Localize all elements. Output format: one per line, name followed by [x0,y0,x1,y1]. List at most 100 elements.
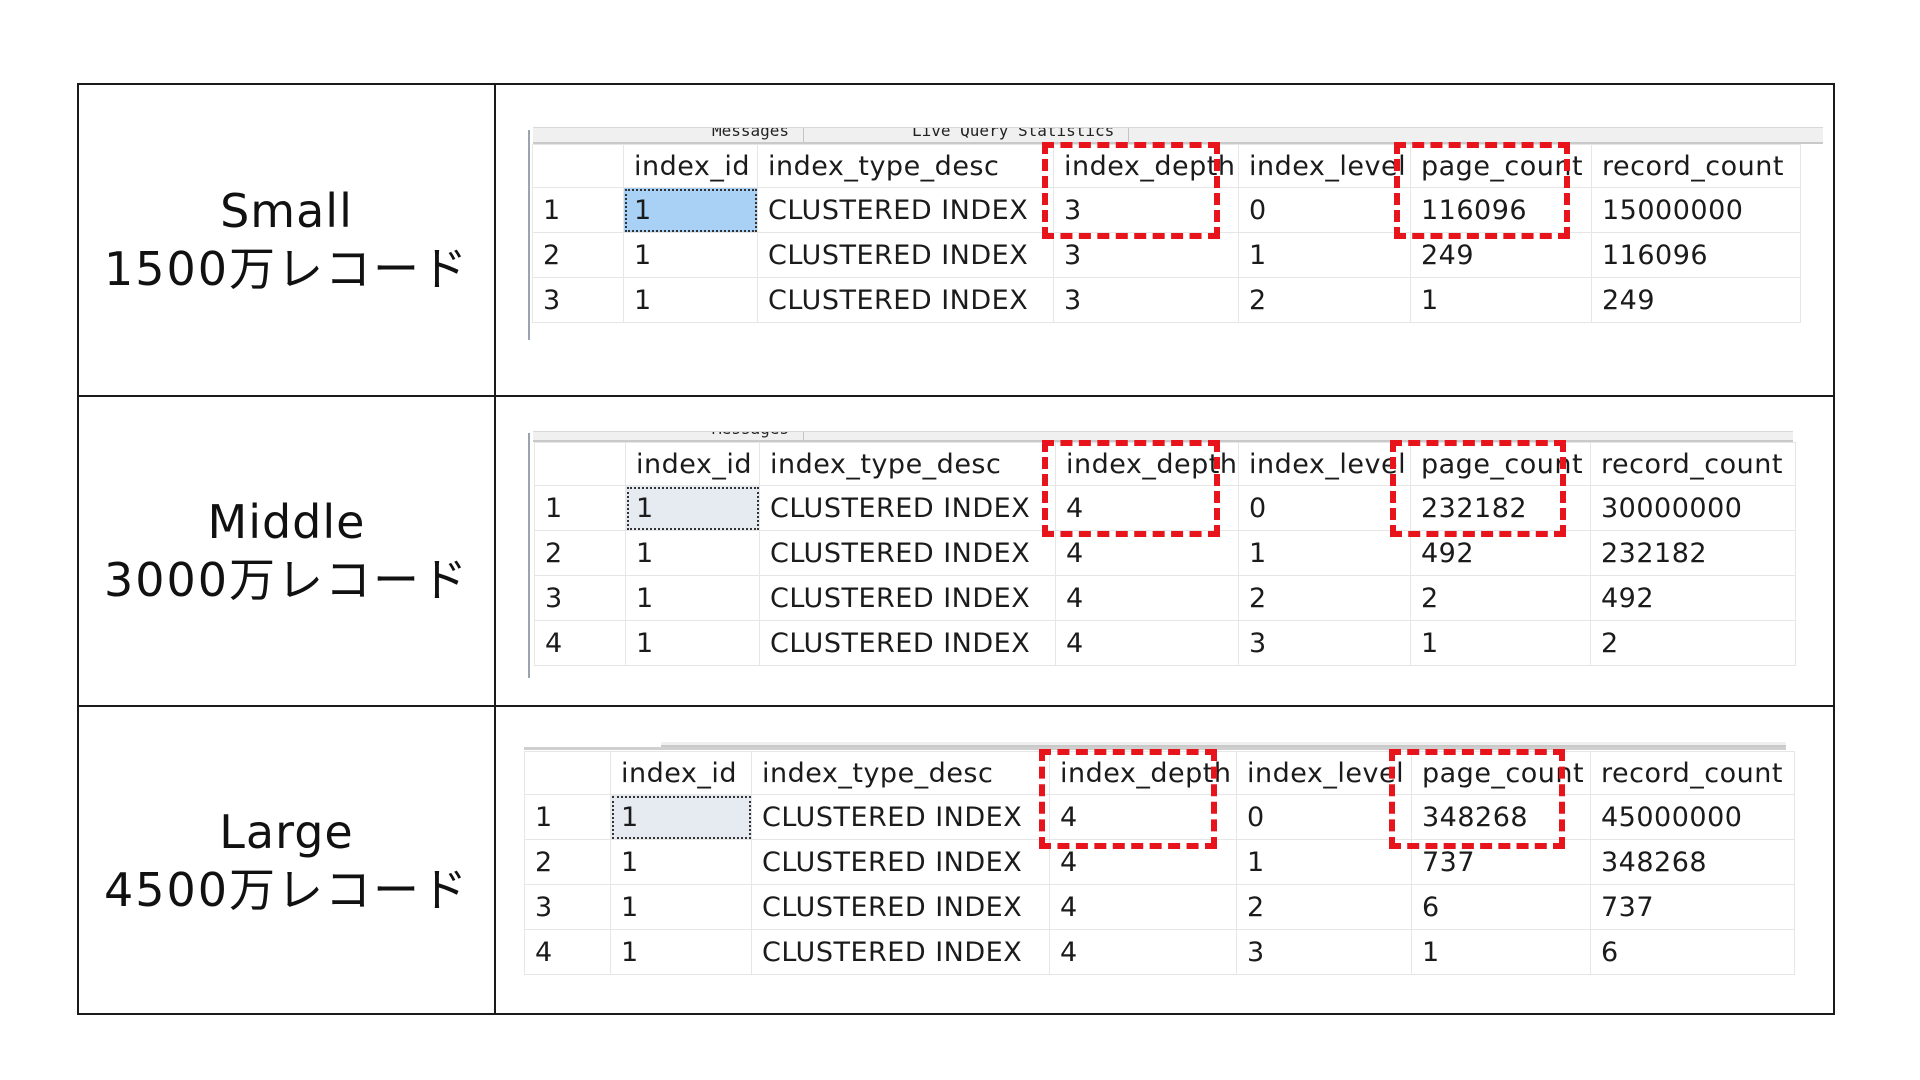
cell-index-id[interactable]: 1 [623,187,758,233]
highlight-index-depth [1042,142,1220,239]
cell-record-count[interactable]: 45000000 [1590,794,1795,840]
cell-index-id[interactable]: 1 [610,884,752,930]
column-header-index-type-desc[interactable]: index_type_desc [757,144,1054,188]
tab-messages[interactable]: Messages [698,432,805,440]
cell-record-count[interactable]: 116096 [1591,232,1801,278]
cell-index-depth[interactable]: 4 [1055,620,1239,666]
column-header-index-id[interactable]: index_id [625,442,760,486]
cell-index-id[interactable]: 1 [610,929,752,975]
section-label-middle: Middle 3000万レコード [79,397,494,705]
cell-index-type-desc[interactable]: CLUSTERED INDEX [757,187,1054,233]
section-records: 3000万レコード [103,553,470,607]
section-records: 1500万レコード [103,242,470,296]
cell-row-number[interactable]: 3 [524,884,611,930]
cell-index-level[interactable]: 2 [1238,277,1411,323]
column-header-index-level[interactable]: index_level [1238,442,1411,486]
cell-record-count[interactable]: 492 [1590,575,1796,621]
cell-page-count[interactable]: 1 [1410,277,1592,323]
cell-index-level[interactable]: 0 [1238,187,1411,233]
cell-index-level[interactable]: 0 [1236,794,1412,840]
cell-index-type-desc[interactable]: CLUSTERED INDEX [751,884,1050,930]
cell-index-level[interactable]: 1 [1236,839,1412,885]
column-header-record-count[interactable]: record_count [1590,442,1796,486]
cell-row-number[interactable]: 4 [524,929,611,975]
cell-index-depth[interactable]: 3 [1053,232,1239,278]
cell-index-id[interactable]: 1 [625,530,760,576]
cell-index-depth[interactable]: 3 [1053,277,1239,323]
cell-row-number[interactable]: 2 [532,232,624,278]
cell-index-level[interactable]: 3 [1236,929,1412,975]
column-header-record-count[interactable]: record_count [1590,751,1795,795]
column-header-index-level[interactable]: index_level [1236,751,1412,795]
cell-page-count[interactable]: 2 [1410,575,1591,621]
cell-index-depth[interactable]: 4 [1055,575,1239,621]
cell-index-level[interactable]: 1 [1238,530,1411,576]
cell-index-type-desc[interactable]: CLUSTERED INDEX [757,277,1054,323]
cell-record-count[interactable]: 30000000 [1590,485,1796,531]
cell-page-count[interactable]: 492 [1410,530,1591,576]
section-grid-middle: Messages index_idindex_type_descindex_de… [496,397,1833,705]
cell-record-count[interactable]: 6 [1590,929,1795,975]
cell-index-depth[interactable]: 4 [1049,929,1237,975]
cell-row-number[interactable]: 3 [534,575,626,621]
column-header-index-id[interactable]: index_id [610,751,752,795]
cell-page-count[interactable]: 249 [1410,232,1592,278]
cell-index-type-desc[interactable]: CLUSTERED INDEX [759,530,1056,576]
column-header-record-count[interactable]: record_count [1591,144,1801,188]
cell-index-id[interactable]: 1 [610,839,752,885]
table-row: 4 1 CLUSTERED INDEX 4 3 1 6 [524,929,1795,975]
column-header-index-type-desc[interactable]: index_type_desc [751,751,1050,795]
cell-index-type-desc[interactable]: CLUSTERED INDEX [759,485,1056,531]
cell-page-count[interactable]: 6 [1411,884,1591,930]
cell-index-type-desc[interactable]: CLUSTERED INDEX [751,794,1050,840]
cell-record-count[interactable]: 348268 [1590,839,1795,885]
cell-row-number[interactable]: 3 [532,277,624,323]
cell-row-number[interactable]: 4 [534,620,626,666]
cell-index-id[interactable]: 1 [623,277,758,323]
cell-page-count[interactable]: 1 [1410,620,1591,666]
cell-index-id[interactable]: 1 [625,620,760,666]
cell-index-level[interactable]: 2 [1236,884,1412,930]
cell-index-depth[interactable]: 4 [1049,884,1237,930]
column-header-row-number[interactable] [524,751,611,795]
cell-row-number[interactable]: 2 [524,839,611,885]
cell-index-type-desc[interactable]: CLUSTERED INDEX [759,620,1056,666]
highlight-page-count [1390,440,1566,537]
cell-index-level[interactable]: 3 [1238,620,1411,666]
column-header-row-number[interactable] [534,442,626,486]
section-grid-small: Messages Live Query Statistics index_id i… [496,85,1833,395]
cell-row-number[interactable]: 2 [534,530,626,576]
section-name: Middle [207,495,366,549]
cell-index-type-desc[interactable]: CLUSTERED INDEX [751,839,1050,885]
cell-page-count[interactable]: 1 [1411,929,1591,975]
cell-record-count[interactable]: 2 [1590,620,1796,666]
cell-record-count[interactable]: 737 [1590,884,1795,930]
cell-index-type-desc[interactable]: CLUSTERED INDEX [759,575,1056,621]
cell-index-level[interactable]: 0 [1238,485,1411,531]
tab-live-query-statistics[interactable]: Live Query Statistics [898,128,1130,142]
cell-index-type-desc[interactable]: CLUSTERED INDEX [757,232,1054,278]
column-header-index-type-desc[interactable]: index_type_desc [759,442,1056,486]
cell-row-number[interactable]: 1 [532,187,624,233]
grid-left-border [528,130,530,340]
column-header-row-number[interactable] [532,144,624,188]
cell-record-count[interactable]: 15000000 [1591,187,1801,233]
cell-record-count[interactable]: 232182 [1590,530,1796,576]
cell-record-count[interactable]: 249 [1591,277,1801,323]
column-header-index-id[interactable]: index_id [623,144,758,188]
cell-index-id[interactable]: 1 [625,485,760,531]
cell-row-number[interactable]: 1 [534,485,626,531]
cell-index-level[interactable]: 1 [1238,232,1411,278]
cell-index-type-desc[interactable]: CLUSTERED INDEX [751,929,1050,975]
cell-row-number[interactable]: 1 [524,794,611,840]
cell-index-level[interactable]: 2 [1238,575,1411,621]
cell-index-id[interactable]: 1 [610,794,752,840]
table-row: 2 1 CLUSTERED INDEX 4 1 492 232182 [534,530,1796,576]
tab-messages[interactable]: Messages [698,128,805,142]
highlight-page-count [1389,749,1565,849]
column-header-index-level[interactable]: index_level [1238,144,1411,188]
cell-index-id[interactable]: 1 [623,232,758,278]
cell-index-id[interactable]: 1 [625,575,760,621]
cell-index-depth[interactable]: 4 [1055,530,1239,576]
table-row: 3 1 CLUSTERED INDEX 4 2 6 737 [524,884,1795,930]
